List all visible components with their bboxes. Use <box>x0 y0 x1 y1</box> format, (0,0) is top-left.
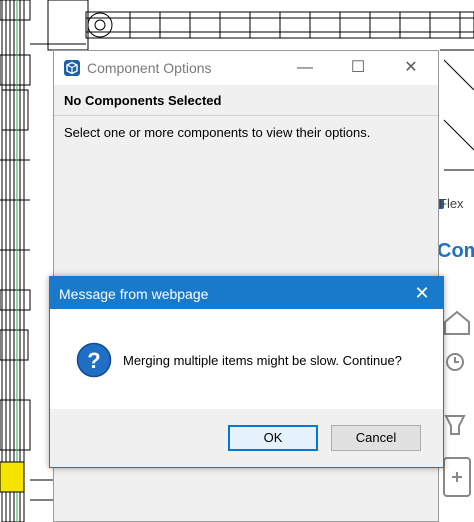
message-dialog-titlebar[interactable]: Message from webpage ✕ <box>50 277 443 309</box>
svg-text:?: ? <box>87 348 100 373</box>
selection-status-heading: No Components Selected <box>64 93 222 108</box>
minimize-button[interactable]: — <box>282 51 328 85</box>
confirm-message-text: Merging multiple items might be slow. Co… <box>123 353 402 368</box>
message-dialog: Message from webpage ✕ ? Merging multipl… <box>49 276 444 468</box>
cancel-button[interactable]: Cancel <box>331 425 421 451</box>
side-com-label: Com <box>437 240 474 262</box>
selection-hint-text: Select one or more components to view th… <box>64 125 371 140</box>
dialog-close-icon[interactable]: ✕ <box>401 277 443 309</box>
message-dialog-title: Message from webpage <box>59 286 209 302</box>
component-options-title: Component Options <box>87 60 212 76</box>
component-options-titlebar[interactable]: Component Options — ☐ ✕ <box>54 51 438 85</box>
sketchup-app-icon <box>64 60 80 76</box>
close-button[interactable]: ✕ <box>388 51 434 85</box>
ok-button[interactable]: OK <box>228 425 318 451</box>
side-flex-label: Flex <box>439 196 464 211</box>
dialog-button-bar: OK Cancel <box>50 409 443 467</box>
maximize-button[interactable]: ☐ <box>335 51 381 85</box>
divider <box>54 115 438 116</box>
question-icon: ? <box>76 342 112 378</box>
